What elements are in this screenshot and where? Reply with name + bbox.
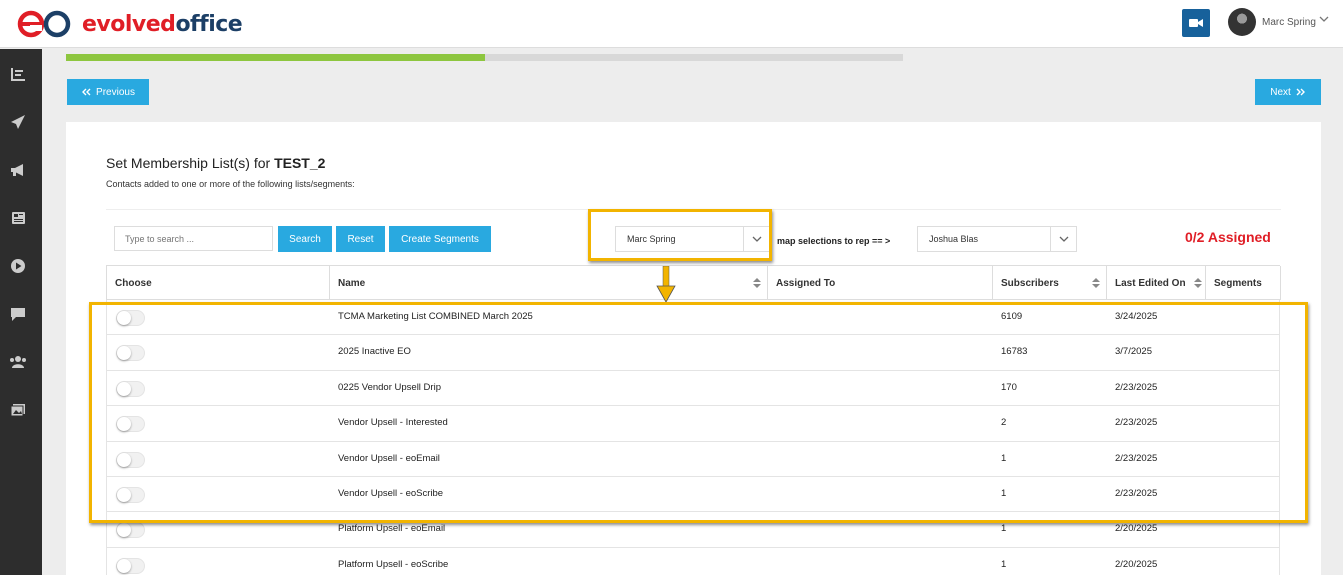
megaphone-icon[interactable] [9, 161, 27, 179]
create-segments-button[interactable]: Create Segments [389, 226, 491, 252]
column-assigned-to: Assigned To [768, 266, 993, 300]
user-name[interactable]: Marc Spring [1262, 17, 1316, 28]
row-last-edited: 2/20/2025 [1115, 558, 1158, 570]
page-title-target: TEST_2 [274, 155, 326, 171]
assigned-status: 0/2 Assigned [1185, 229, 1271, 245]
row-name: Platform Upsell - eoEmail [338, 523, 446, 535]
map-selections-label: map selections to rep == > [777, 236, 891, 246]
play-icon[interactable] [9, 257, 27, 275]
logo[interactable]: evolvedoffice [16, 8, 243, 40]
arrow-down-icon [656, 266, 676, 303]
reset-button[interactable]: Reset [336, 226, 385, 252]
highlight-owner-select [588, 209, 772, 261]
chat-icon[interactable] [9, 305, 27, 323]
video-camera-button[interactable] [1182, 9, 1210, 37]
video-camera-icon [1189, 19, 1203, 27]
chevron-down-icon [1050, 227, 1076, 251]
double-chevron-left-icon [82, 88, 91, 96]
sort-icon[interactable] [1092, 278, 1100, 288]
top-bar: evolvedoffice Marc Spring [0, 0, 1343, 48]
logo-text: evolvedoffice [82, 11, 243, 37]
column-name[interactable]: Name [330, 266, 768, 300]
rep-select[interactable]: Joshua Blas [917, 226, 1077, 252]
choose-toggle[interactable] [116, 522, 145, 539]
logo-mark-icon [17, 10, 71, 38]
column-segments: Segments [1206, 266, 1281, 300]
row-subscribers: 1 [1001, 558, 1007, 570]
column-last-edited[interactable]: Last Edited On [1107, 266, 1206, 300]
send-icon[interactable] [9, 113, 27, 131]
next-label: Next [1270, 86, 1291, 98]
images-icon[interactable] [9, 401, 27, 419]
row-last-edited: 2/20/2025 [1115, 523, 1158, 535]
progress-bar [66, 54, 903, 61]
progress-fill [66, 54, 485, 61]
row-name: Platform Upsell - eoScribe [338, 558, 449, 570]
avatar[interactable] [1228, 8, 1256, 36]
table-row[interactable]: Platform Upsell - eoScribe 1 2/20/2025 [106, 547, 1280, 575]
previous-button[interactable]: Previous [67, 79, 149, 105]
sidebar [0, 49, 42, 575]
rep-select-value: Joshua Blas [929, 234, 979, 244]
table-header: Choose Name Assigned To Subscribers Last… [106, 265, 1281, 300]
previous-label: Previous [96, 86, 135, 98]
newspaper-icon[interactable] [9, 209, 27, 227]
column-subscribers[interactable]: Subscribers [993, 266, 1107, 300]
sort-icon[interactable] [753, 278, 761, 288]
search-input[interactable] [114, 226, 273, 251]
row-subscribers: 1 [1001, 523, 1007, 535]
page-title: Set Membership List(s) for TEST_2 [106, 155, 326, 171]
page-subtitle: Contacts added to one or more of the fol… [106, 179, 355, 189]
next-button[interactable]: Next [1255, 79, 1321, 105]
choose-toggle[interactable] [116, 557, 145, 574]
column-choose: Choose [107, 266, 330, 300]
double-chevron-right-icon [1296, 88, 1305, 96]
highlight-lists [89, 302, 1308, 523]
chevron-down-icon[interactable] [1318, 14, 1330, 24]
search-button[interactable]: Search [278, 226, 332, 252]
users-icon[interactable] [9, 353, 27, 371]
reports-icon[interactable] [9, 65, 27, 83]
sort-icon[interactable] [1194, 278, 1202, 288]
